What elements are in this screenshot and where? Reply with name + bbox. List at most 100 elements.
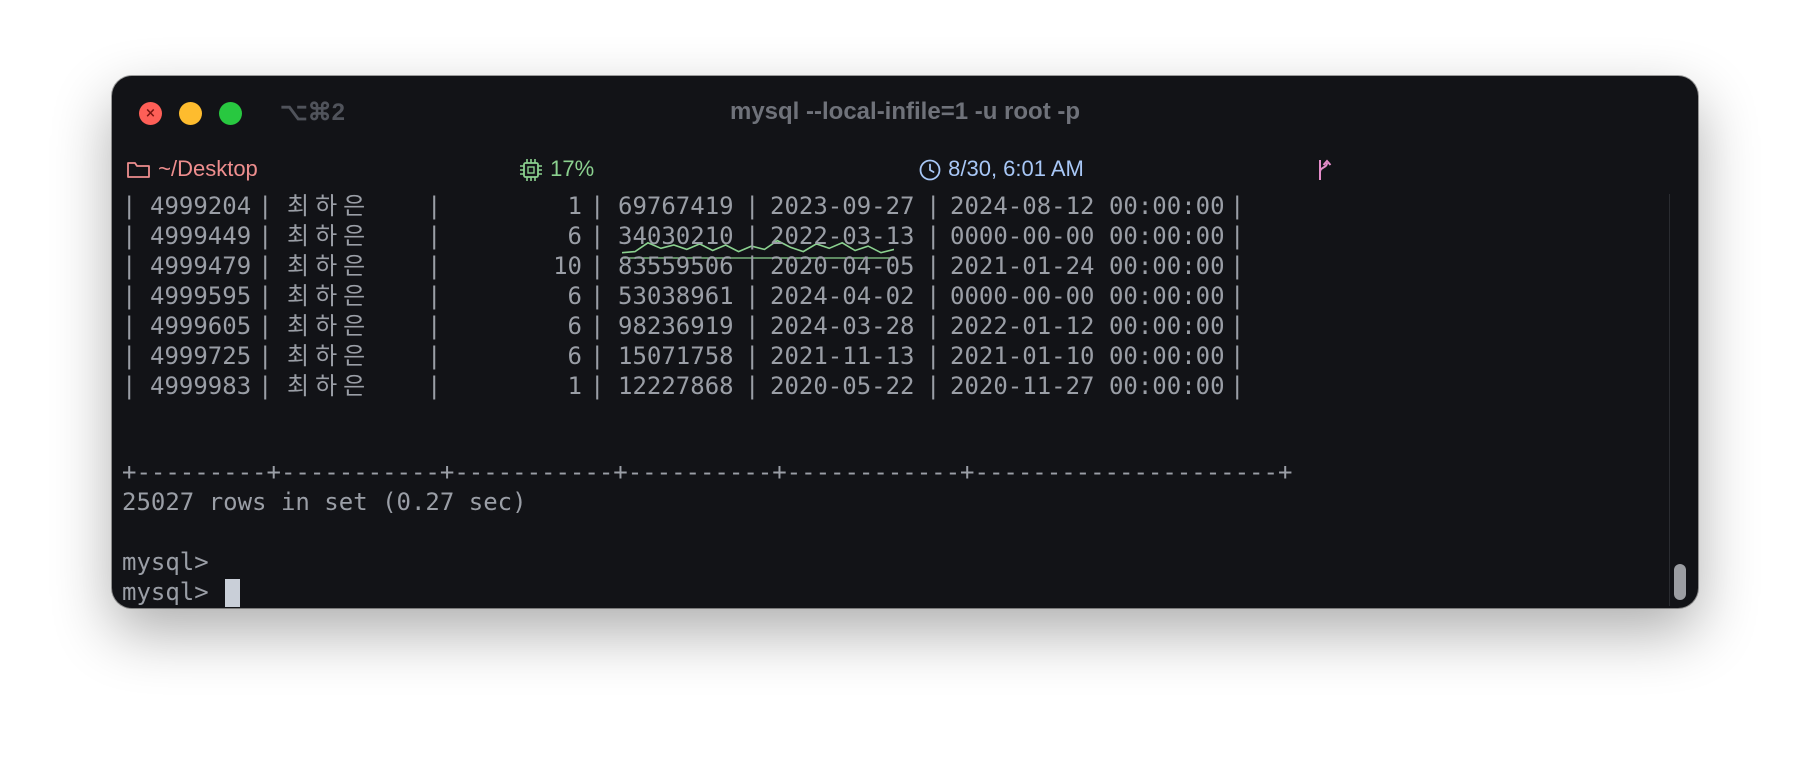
table-cell: 34030210: [618, 222, 734, 250]
table-cell: 2024-03-28: [770, 312, 915, 340]
table-row: | | | | | | | 4999479 최하은 10 83559506 2020-04-05 202…: [122, 251, 1252, 281]
table-cell: 4999595: [150, 282, 252, 310]
table-cell-separator: |: [590, 312, 605, 340]
status-git-branch[interactable]: [1314, 154, 1334, 184]
table-cell-separator: |: [258, 282, 273, 310]
table-cell-separator: |: [1230, 372, 1245, 400]
table-cell-separator: |: [1230, 222, 1245, 250]
table-cell-separator: |: [427, 252, 442, 280]
table-cell-separator: |: [258, 222, 273, 250]
table-cell-separator: |: [926, 312, 941, 340]
table-cell-separator: |: [926, 252, 941, 280]
table-cell-separator: |: [590, 192, 605, 220]
table-cell: 최하은: [287, 252, 372, 280]
table-cell-separator: |: [1230, 282, 1245, 310]
table-cell: 최하은: [287, 372, 372, 400]
table-cell-separator: |: [122, 192, 137, 220]
title-bar[interactable]: × ⌥⌘2 mysql --local-infile=1 -u root -p: [112, 76, 1698, 148]
prompt-line: mysql>: [122, 547, 209, 577]
directory-label: ~/Desktop: [158, 156, 258, 181]
table-cell: 2021-01-10 00:00:00: [950, 342, 1225, 370]
table-cell: 0000-00-00 00:00:00: [950, 282, 1225, 310]
table-cell-separator: |: [258, 372, 273, 400]
table-cell-separator: |: [590, 282, 605, 310]
table-cell-separator: |: [926, 282, 941, 310]
table-cell-separator: |: [427, 192, 442, 220]
table-cell: 10: [553, 252, 582, 280]
table-cell-separator: |: [745, 312, 760, 340]
table-cell: 1: [567, 192, 582, 220]
table-cell-separator: |: [926, 342, 941, 370]
table-cell-separator: |: [258, 312, 273, 340]
table-cell-separator: |: [590, 252, 605, 280]
terminal-output[interactable]: | | | | | | | 4999204 최하은 1 69767419 2023-09-27 2024…: [122, 191, 1670, 607]
table-cell-separator: |: [427, 222, 442, 250]
table-cell-separator: |: [258, 192, 273, 220]
table-row: | | | | | | | 4999983 최하은 1 12227868 2020-05-22 2020…: [122, 371, 1252, 401]
table-cell-separator: |: [745, 252, 760, 280]
table-cell: 2024-08-12 00:00:00: [950, 192, 1225, 220]
table-cell: 98236919: [618, 312, 734, 340]
status-directory[interactable]: ~/Desktop: [126, 154, 258, 184]
table-cell: 2021-01-24 00:00:00: [950, 252, 1225, 280]
status-clock: 8/30, 6:01 AM: [918, 154, 1084, 184]
prompt-line-active[interactable]: mysql>: [122, 577, 240, 607]
table-cell: 2022-03-13: [770, 222, 915, 250]
table-cell-separator: |: [1230, 192, 1245, 220]
prompt-label: mysql>: [122, 548, 209, 576]
scrollbar-thumb[interactable]: [1674, 564, 1686, 600]
table-cell: 4999204: [150, 192, 252, 220]
table-cell-separator: |: [1230, 252, 1245, 280]
table-cell: 6: [567, 342, 582, 370]
table-cell: 최하은: [287, 312, 372, 340]
table-cell: 2020-11-27 00:00:00: [950, 372, 1225, 400]
table-cell: 2021-11-13: [770, 342, 915, 370]
table-cell-separator: |: [258, 342, 273, 370]
result-summary: 25027 rows in set (0.27 sec): [122, 488, 527, 516]
table-cell-separator: |: [427, 312, 442, 340]
table-cell-separator: |: [258, 252, 273, 280]
window-title: mysql --local-infile=1 -u root -p: [729, 98, 1081, 125]
table-cell-separator: |: [427, 282, 442, 310]
table-cell-separator: |: [745, 372, 760, 400]
table-cell: 83559506: [618, 252, 734, 280]
table-cell: 2022-01-12 00:00:00: [950, 312, 1225, 340]
table-border: +---------+-----------+-----------+-----…: [122, 458, 1293, 486]
clock-icon: [918, 156, 948, 181]
table-cell-separator: |: [590, 342, 605, 370]
table-cell-separator: |: [1230, 312, 1245, 340]
scrollbar[interactable]: [1669, 194, 1688, 606]
table-cell-separator: |: [427, 372, 442, 400]
table-cell: 최하은: [287, 192, 372, 220]
table-cell-separator: |: [427, 342, 442, 370]
clock-label: 8/30, 6:01 AM: [948, 156, 1084, 181]
table-row: | | | | | | | 4999725 최하은 6 15071758 2021-11-13 2021…: [122, 341, 1252, 371]
table-cell-separator: |: [926, 372, 941, 400]
table-cell-separator: |: [122, 252, 137, 280]
status-bar: ~/Desktop 17% 8/30, 6:01 AM: [112, 148, 1698, 259]
table-cell: 4999449: [150, 222, 252, 250]
table-cell: 12227868: [618, 372, 734, 400]
table-cell: 6: [567, 312, 582, 340]
table-cell-separator: |: [122, 282, 137, 310]
table-cell: 6: [567, 282, 582, 310]
table-cell-separator: |: [1230, 342, 1245, 370]
git-branch-icon: [1314, 156, 1334, 181]
table-cell-separator: |: [926, 192, 941, 220]
table-cell: 4999479: [150, 252, 252, 280]
table-row: | | | | | | | 4999204 최하은 1 69767419 2023-09-27 2024…: [122, 191, 1252, 221]
table-cell: 6: [567, 222, 582, 250]
table-cell: 최하은: [287, 282, 372, 310]
table-cell-separator: |: [590, 372, 605, 400]
cpu-chip-icon: [518, 156, 550, 182]
table-row: | | | | | | | 4999605 최하은 6 98236919 2024-03-28 2022…: [122, 311, 1252, 341]
status-cpu: 17%: [518, 154, 594, 184]
table-cell-separator: |: [122, 312, 137, 340]
table-cell: 0000-00-00 00:00:00: [950, 222, 1225, 250]
text-cursor: [224, 579, 240, 607]
table-cell: 2020-04-05: [770, 252, 915, 280]
table-cell: 2020-05-22: [770, 372, 915, 400]
table-cell: 2023-09-27: [770, 192, 915, 220]
table-cell-separator: |: [122, 372, 137, 400]
table-cell-separator: |: [745, 222, 760, 250]
